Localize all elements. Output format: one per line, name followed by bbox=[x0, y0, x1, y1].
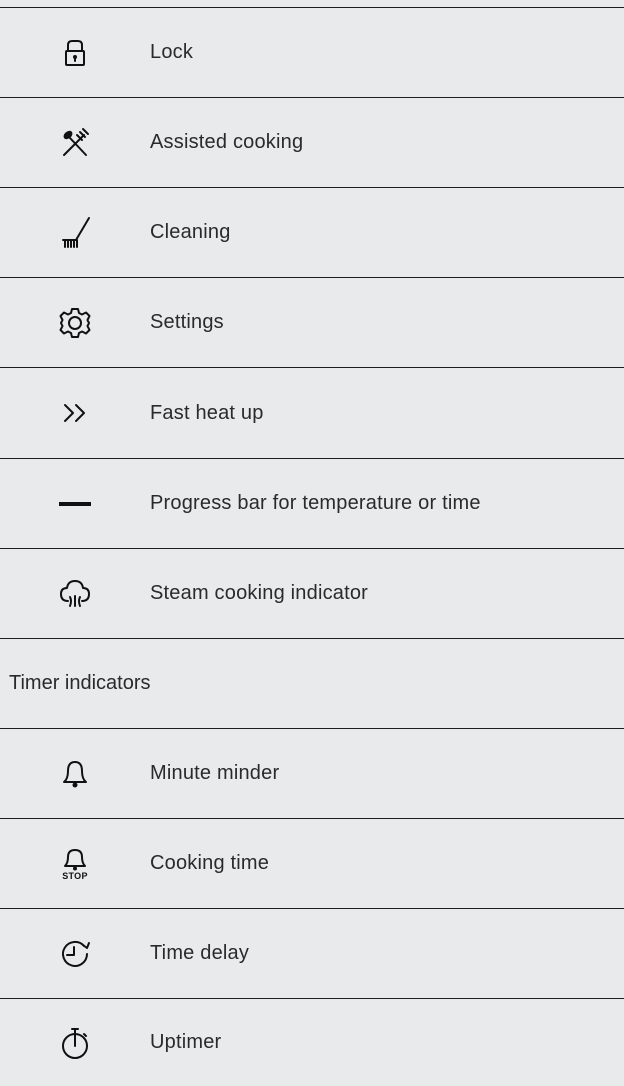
row-label: Settings bbox=[150, 311, 224, 333]
table-row: Assisted cooking bbox=[0, 98, 624, 187]
row-label: Cooking time bbox=[150, 852, 270, 874]
table-row: Cleaning bbox=[0, 188, 624, 277]
row-label: Time delay bbox=[150, 942, 250, 964]
table-row: STOP Cooking time bbox=[0, 819, 624, 908]
stopwatch-icon bbox=[0, 1025, 150, 1061]
table-row: Time delay bbox=[0, 909, 624, 998]
clock-arrow-icon bbox=[0, 937, 150, 971]
table-row: Fast heat up bbox=[0, 368, 624, 458]
cleaning-brush-icon bbox=[0, 216, 150, 250]
row-label: Uptimer bbox=[150, 1031, 222, 1053]
row-label: Fast heat up bbox=[150, 401, 264, 424]
stop-text: STOP bbox=[62, 870, 88, 881]
table-row: Lock bbox=[0, 8, 624, 97]
bell-icon bbox=[0, 757, 150, 791]
double-chevron-icon bbox=[0, 401, 150, 425]
bell-stop-icon: STOP bbox=[0, 847, 150, 881]
assisted-cooking-icon bbox=[0, 126, 150, 160]
table-row: Progress bar for temperature or time bbox=[0, 459, 624, 548]
table-row: Uptimer bbox=[0, 999, 624, 1086]
row-label: Cleaning bbox=[150, 221, 231, 243]
row-label: Minute minder bbox=[150, 762, 280, 784]
section-header-row: Timer indicators bbox=[0, 639, 624, 728]
section-title: Timer indicators bbox=[9, 672, 151, 694]
row-label: Lock bbox=[150, 41, 194, 63]
row-label: Steam cooking indicator bbox=[150, 582, 369, 604]
lock-icon bbox=[0, 38, 150, 68]
table-row: Steam cooking indicator bbox=[0, 549, 624, 638]
table-row: Settings bbox=[0, 278, 624, 367]
table-row: Minute minder bbox=[0, 729, 624, 818]
steam-icon bbox=[0, 577, 150, 611]
indicator-table: Lock Assisted cooking Cleaning Settings … bbox=[0, 0, 624, 1086]
row-label: Assisted cooking bbox=[150, 131, 304, 153]
progress-bar-icon bbox=[0, 499, 150, 509]
gear-icon bbox=[0, 306, 150, 340]
row-label: Progress bar for temperature or time bbox=[150, 492, 481, 514]
